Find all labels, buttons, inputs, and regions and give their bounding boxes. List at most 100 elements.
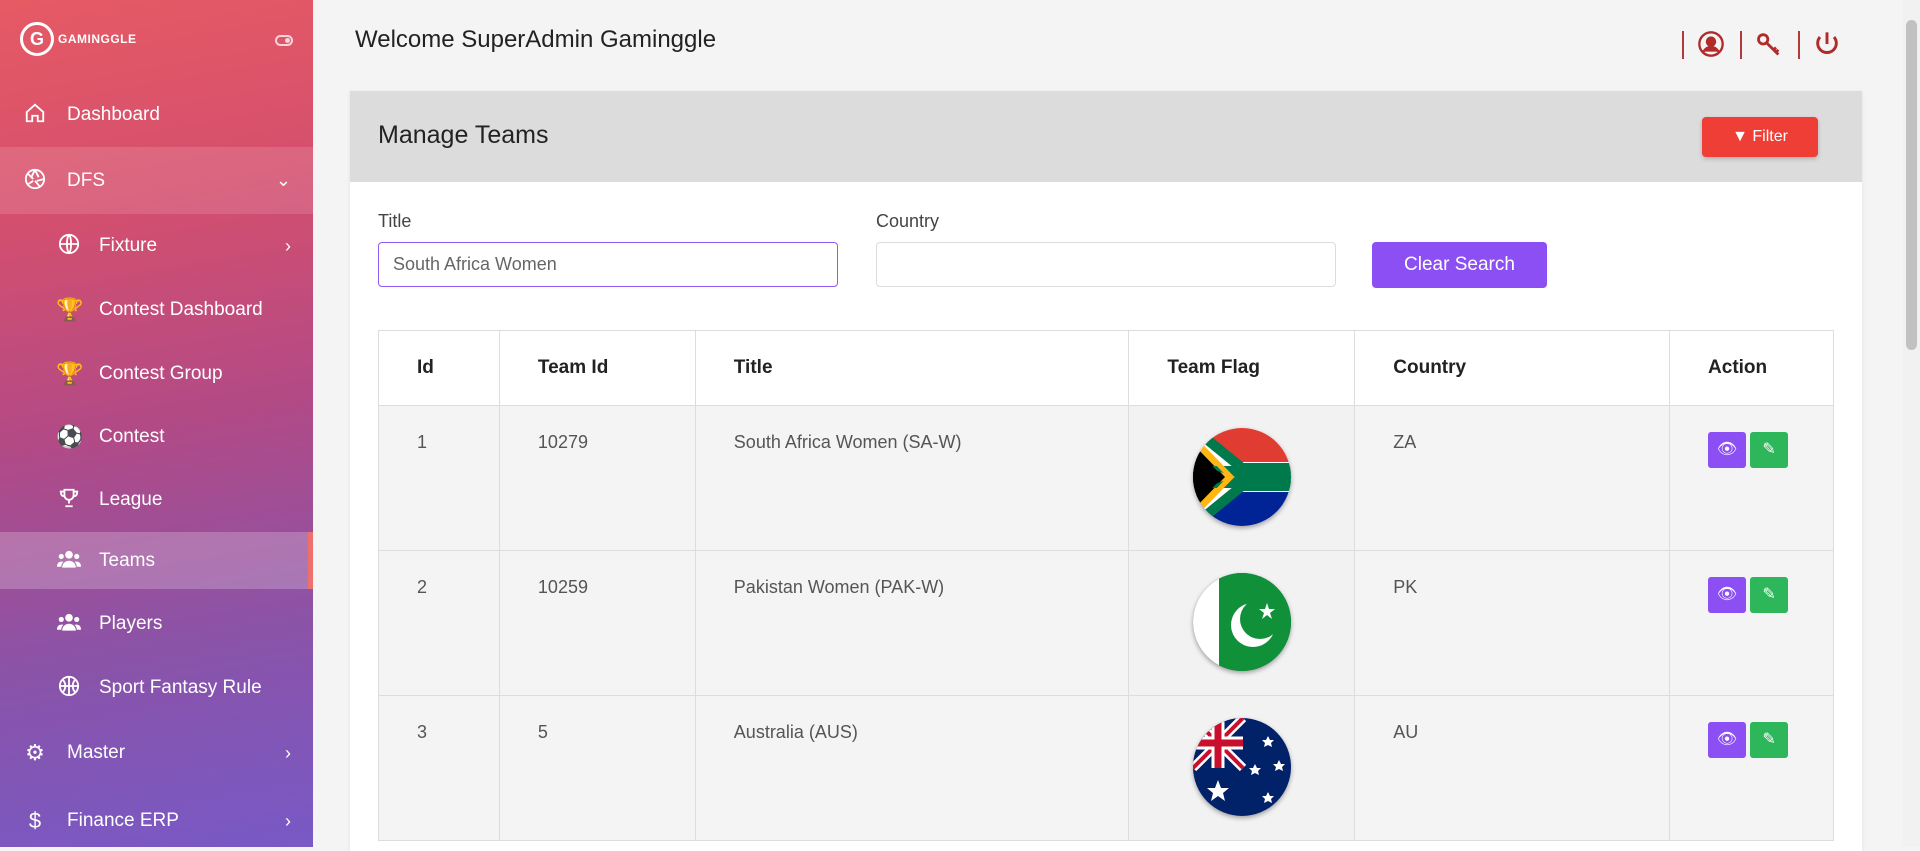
- country-search-input[interactable]: [876, 242, 1336, 287]
- title-search-input[interactable]: [378, 242, 838, 287]
- logo-text: GAMINGGLE: [58, 32, 137, 46]
- pakistan-flag-icon: [1192, 573, 1291, 671]
- view-button[interactable]: 👁: [1708, 722, 1747, 758]
- cell-action: 👁 ✎: [1669, 695, 1834, 841]
- cell-id: 3: [378, 695, 500, 841]
- cell-title: South Africa Women (SA-W): [694, 405, 1130, 551]
- edit-button[interactable]: ✎: [1750, 432, 1789, 468]
- sidebar-item-label: Finance ERP: [67, 810, 179, 831]
- column-header-country[interactable]: Country: [1354, 330, 1671, 406]
- trophy-icon: 🏆: [56, 360, 84, 386]
- chevron-down-icon: ⌄: [275, 170, 291, 190]
- welcome-text: Welcome SuperAdmin Gaminggle: [355, 26, 717, 53]
- trophy-outline-icon: [56, 487, 82, 513]
- cell-title: Pakistan Women (PAK-W): [694, 550, 1130, 696]
- soccer-ball-icon: ⚽: [56, 423, 84, 449]
- column-header-action: Action: [1669, 330, 1834, 406]
- table-row: 2 10259 Pakistan Women (PAK-W) PK 👁 ✎: [378, 550, 1834, 696]
- globe-icon: [56, 233, 82, 259]
- column-header-team-flag: Team Flag: [1128, 330, 1356, 406]
- gears-icon: ⚙: [25, 740, 45, 765]
- chevron-right-icon: ›: [285, 810, 291, 831]
- sidebar-item-label: DFS: [67, 169, 105, 191]
- sidebar-item-label: Sport Fantasy Rule: [99, 676, 262, 698]
- column-header-id[interactable]: Id: [378, 330, 500, 406]
- sidebar-item-fixture[interactable]: Fixture ›: [0, 214, 313, 278]
- view-button[interactable]: 👁: [1708, 432, 1747, 468]
- title-label: Title: [378, 211, 412, 231]
- divider: [1740, 31, 1742, 59]
- top-header: Welcome SuperAdmin Gaminggle: [313, 0, 1920, 80]
- cell-action: 👁 ✎: [1669, 550, 1834, 696]
- sidebar-item-label: Contest Dashboard: [99, 299, 263, 320]
- page-title: Manage Teams: [378, 121, 549, 149]
- cell-country: AU: [1354, 695, 1671, 841]
- users-icon: [56, 612, 82, 636]
- logo-mark: G: [20, 22, 54, 56]
- cell-action: 👁 ✎: [1669, 405, 1834, 551]
- sidebar-item-dfs[interactable]: DFS ⌄: [0, 147, 313, 214]
- sidebar-item-label: League: [99, 489, 163, 510]
- country-label: Country: [876, 211, 940, 231]
- sidebar-item-finance-erp[interactable]: $ Finance ERP ›: [0, 790, 313, 847]
- aperture-icon: [22, 168, 48, 194]
- page-scrollbar[interactable]: [1903, 0, 1920, 847]
- header-icons: [1682, 30, 1856, 60]
- sidebar-item-contest[interactable]: ⚽ Contest: [0, 405, 313, 468]
- cell-country: PK: [1354, 550, 1671, 696]
- scrollbar-thumb[interactable]: [1906, 20, 1917, 350]
- card-header: Manage Teams ▼ Filter: [350, 91, 1862, 182]
- eye-icon: 👁: [1716, 441, 1738, 458]
- clear-search-button[interactable]: Clear Search: [1372, 242, 1547, 288]
- filter-button-label: Filter: [1752, 128, 1788, 145]
- cell-country: ZA: [1354, 405, 1671, 551]
- column-header-title[interactable]: Title: [694, 330, 1130, 406]
- filter-button[interactable]: ▼ Filter: [1702, 117, 1818, 157]
- cell-team-id: 10279: [498, 405, 696, 551]
- column-header-team-id[interactable]: Team Id: [498, 330, 696, 406]
- cell-team-id: 10259: [498, 550, 696, 696]
- sidebar-item-players[interactable]: Players: [0, 589, 313, 659]
- teams-table: Id Team Id Title Team Flag Country Actio…: [378, 330, 1834, 841]
- sidebar-item-contest-dashboard[interactable]: 🏆 Contest Dashboard: [0, 278, 313, 342]
- view-button[interactable]: 👁: [1708, 577, 1747, 613]
- sidebar-item-label: Master: [67, 742, 126, 763]
- divider: [1798, 31, 1800, 59]
- cell-title: Australia (AUS): [694, 695, 1130, 841]
- logo[interactable]: G GAMINGGLE: [20, 22, 137, 56]
- cell-team-id: 5: [498, 695, 696, 841]
- power-icon[interactable]: [1812, 30, 1842, 60]
- edit-button[interactable]: ✎: [1750, 722, 1789, 758]
- home-icon: [22, 102, 48, 128]
- chevron-right-icon: ›: [285, 235, 291, 256]
- user-profile-icon[interactable]: [1696, 30, 1726, 60]
- filter-icon: ▼: [1732, 128, 1748, 145]
- sidebar-item-label: Teams: [99, 549, 155, 571]
- sidebar-item-label: Players: [99, 613, 163, 634]
- sidebar-item-dashboard[interactable]: Dashboard: [0, 82, 313, 147]
- table-header-row: Id Team Id Title Team Flag Country Actio…: [378, 330, 1834, 406]
- sidebar-item-master[interactable]: ⚙ Master ›: [0, 716, 313, 790]
- sidebar-toggle-icon[interactable]: [275, 35, 293, 46]
- sidebar-item-teams[interactable]: Teams: [0, 532, 313, 589]
- eye-icon: 👁: [1716, 731, 1738, 748]
- sidebar-item-league[interactable]: League: [0, 468, 313, 532]
- sidebar-item-contest-group[interactable]: 🏆 Contest Group: [0, 342, 313, 405]
- edit-icon: ✎: [1762, 731, 1776, 748]
- sidebar-item-label: Contest Group: [99, 362, 223, 384]
- trophy-icon: 🏆: [56, 297, 84, 322]
- chevron-right-icon: ›: [285, 742, 291, 763]
- australia-flag-icon: [1192, 718, 1291, 816]
- key-icon[interactable]: [1754, 30, 1784, 60]
- cell-id: 1: [378, 405, 500, 551]
- sidebar-item-label: Contest: [99, 425, 165, 447]
- edit-icon: ✎: [1762, 441, 1776, 458]
- manage-teams-card: Manage Teams ▼ Filter Title Country Clea…: [350, 91, 1862, 851]
- cell-team-flag: [1128, 550, 1356, 696]
- south-africa-flag-icon: [1192, 428, 1291, 526]
- logo-row: G GAMINGGLE: [0, 0, 313, 82]
- edit-button[interactable]: ✎: [1750, 577, 1789, 613]
- divider: [1682, 31, 1684, 59]
- sidebar-item-sport-fantasy-rule[interactable]: Sport Fantasy Rule: [0, 659, 313, 716]
- sidebar-item-label: Fixture: [99, 235, 158, 256]
